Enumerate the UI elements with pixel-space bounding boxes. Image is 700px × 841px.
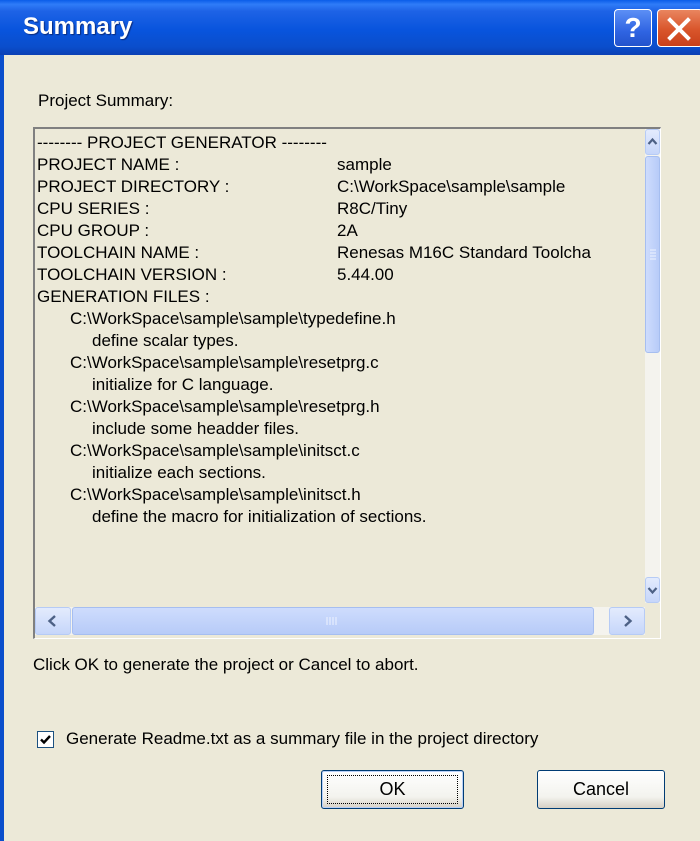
chevron-right-icon [624,615,633,627]
summary-listbox[interactable]: -------- PROJECT GENERATOR -------- PROJ… [33,127,661,639]
file-path: C:\WorkSpace\sample\sample\initsct.c [70,441,360,460]
window-title: Summary [23,13,133,40]
file-description: initialize each sections. [92,463,266,482]
file-description: initialize for C language. [92,375,274,394]
focus-rectangle [327,775,458,804]
file-description: include some headder files. [92,419,299,438]
vertical-scrollbar[interactable] [645,129,660,603]
scroll-up-button[interactable] [645,129,660,155]
file-description: define the macro for initialization of s… [92,507,427,526]
readme-checkbox[interactable] [37,731,54,748]
window-frame [0,55,4,841]
chevron-up-icon [647,137,658,145]
cancel-button-label: Cancel [572,779,630,799]
help-icon: ? [624,12,642,43]
file-description: define scalar types. [92,331,239,350]
cancel-button[interactable]: Cancel [537,770,665,809]
file-path: C:\WorkSpace\sample\sample\resetprg.h [70,397,380,416]
grip-icon [650,249,656,260]
file-path: C:\WorkSpace\sample\sample\resetprg.c [70,353,379,372]
scroll-down-button[interactable] [645,577,660,603]
horizontal-scrollbar[interactable] [35,607,645,635]
file-path: C:\WorkSpace\sample\sample\typedefine.h [70,309,396,328]
horizontal-scroll-thumb[interactable] [72,607,594,635]
ok-button[interactable]: OK [321,770,464,809]
checkmark-icon [40,735,51,745]
grip-icon [326,617,337,625]
help-button[interactable]: ? [614,9,652,47]
scroll-left-button[interactable] [35,607,71,635]
vertical-scroll-thumb[interactable] [645,156,660,353]
readme-checkbox-label[interactable]: Generate Readme.txt as a summary file in… [66,729,538,749]
summary-content: -------- PROJECT GENERATOR -------- PROJ… [37,129,637,603]
scroll-right-button[interactable] [609,607,645,635]
close-button[interactable] [657,9,700,47]
file-path: C:\WorkSpace\sample\sample\initsct.h [70,485,361,504]
instruction-text: Click OK to generate the project or Canc… [33,655,419,674]
title-bar[interactable]: Summary ? [0,0,700,55]
project-summary-label: Project Summary: [38,91,174,110]
close-icon [667,17,691,41]
scrollbar-corner [645,607,660,635]
chevron-left-icon [47,615,56,627]
chevron-down-icon [647,587,658,595]
